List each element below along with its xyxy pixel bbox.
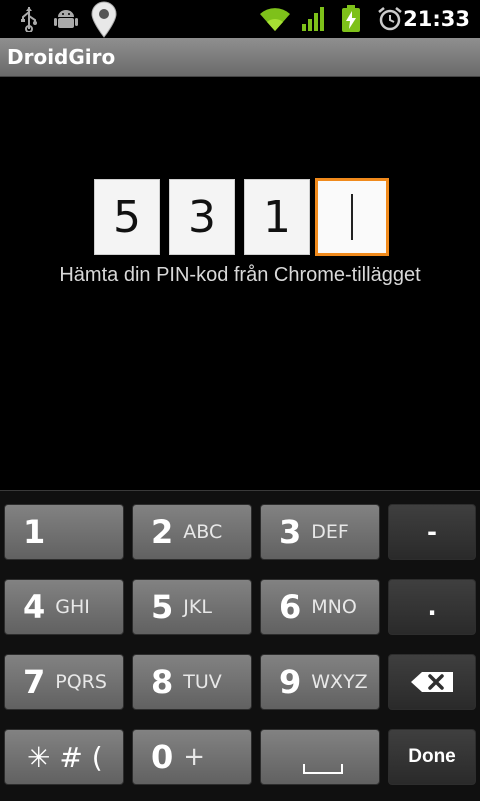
location-pin-icon [88,0,120,38]
key-4[interactable]: 4 GHI [4,579,124,635]
key-8-letters: TUV [183,671,222,693]
key-period[interactable]: . [388,579,476,635]
android-debug-icon [52,4,80,34]
key-9[interactable]: 9 WXYZ [260,654,380,710]
key-6[interactable]: 6 MNO [260,579,380,635]
battery-charging-icon [340,4,362,34]
key-4-letters: GHI [55,596,90,618]
backspace-key[interactable] [388,654,476,710]
key-3-letters: DEF [311,521,349,543]
key-4-number: 4 [23,588,46,626]
app-title: DroidGiro [7,45,116,69]
key-8-number: 8 [151,663,174,701]
wifi-icon [258,4,292,34]
text-cursor [351,194,353,240]
key-5-number: 5 [151,588,174,626]
key-5-letters: JKL [183,596,212,618]
key-symbols[interactable]: ✳ # ( [4,729,124,785]
key-dash-label: - [427,518,437,546]
pin-hint: Hämta din PIN-kod från Chrome-tillägget [59,264,421,286]
key-1-number: 1 [23,513,46,551]
key-period-label: . [427,593,437,621]
signal-icon [300,4,328,34]
pin-digit-1[interactable]: 5 [94,179,160,255]
key-0[interactable]: 0 + [132,729,252,785]
key-8[interactable]: 8 TUV [132,654,252,710]
done-label: Done [408,746,456,767]
alarm-icon [376,4,404,34]
usb-icon [16,4,42,34]
key-3-number: 3 [279,513,302,551]
key-1[interactable]: 1 [4,504,124,560]
key-6-number: 6 [279,588,302,626]
key-7[interactable]: 7 PQRS [4,654,124,710]
status-bar: 21:33 [0,0,480,38]
key-9-letters: WXYZ [311,671,368,693]
key-7-letters: PQRS [55,671,107,693]
pin-digit-1-value: 5 [113,191,141,243]
key-3[interactable]: 3 DEF [260,504,380,560]
key-dash[interactable]: - [388,504,476,560]
pin-digit-3[interactable]: 1 [244,179,310,255]
space-icon [303,764,343,774]
pin-entry: 5 3 1 [94,178,390,257]
key-0-plus: + [183,742,206,772]
key-2-letters: ABC [183,521,223,543]
key-5[interactable]: 5 JKL [132,579,252,635]
key-9-number: 9 [279,663,302,701]
title-bar: DroidGiro [0,38,480,77]
backspace-icon [411,672,453,692]
pin-digit-2-value: 3 [188,191,216,243]
key-7-number: 7 [23,663,46,701]
key-2[interactable]: 2 ABC [132,504,252,560]
done-button[interactable]: Done [388,729,476,785]
key-0-number: 0 [151,738,174,776]
pin-digit-3-value: 1 [263,191,291,243]
status-time: 21:33 [403,7,470,31]
pin-digit-4[interactable] [315,178,389,256]
space-key[interactable] [260,729,380,785]
key-2-number: 2 [151,513,174,551]
numeric-keyboard: 1 2 ABC 3 DEF - 4 GHI 5 JKL 6 MNO . 7 PQ… [0,490,480,801]
pin-digit-2[interactable]: 3 [169,179,235,255]
key-symbols-label: ✳ # ( [27,740,103,774]
key-6-letters: MNO [311,596,357,618]
